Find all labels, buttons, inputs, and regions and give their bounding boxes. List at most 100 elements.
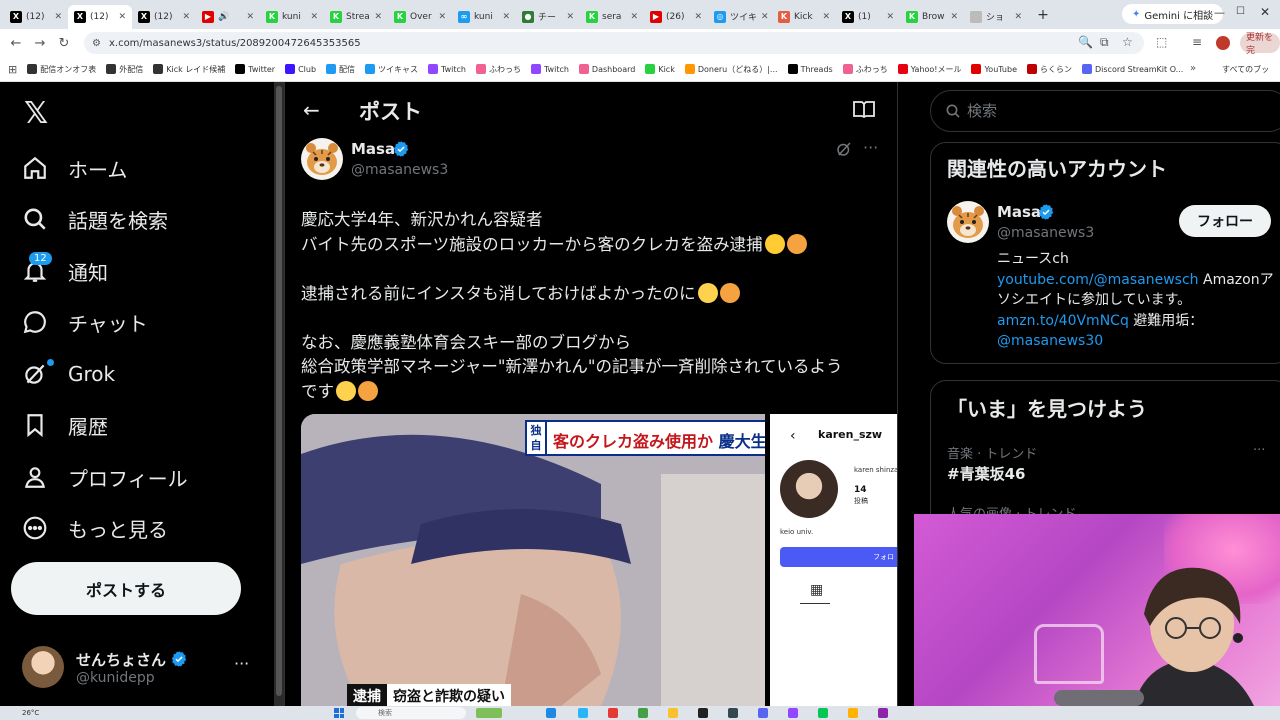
browser-tab[interactable]: ショ ✕ xyxy=(964,5,1028,29)
taskbar-app-icon[interactable] xyxy=(758,708,768,718)
bio-link-mention[interactable]: @masanews30 xyxy=(997,333,1103,349)
taskbar-app-icon[interactable] xyxy=(476,708,502,718)
more-dots-icon[interactable]: ··· xyxy=(1253,443,1265,458)
related-account-avatar[interactable] xyxy=(947,201,989,243)
bookmark-item[interactable]: Kick xyxy=(645,64,675,74)
windows-start-icon[interactable] xyxy=(334,708,344,718)
nav-item-home[interactable]: ホーム xyxy=(22,148,127,188)
taskbar-app-icon[interactable] xyxy=(788,708,798,718)
taskbar-app-icon[interactable] xyxy=(608,708,618,718)
gemini-button[interactable]: ✦ Gemini に相談 xyxy=(1122,4,1224,24)
bookmark-item[interactable]: 配信 xyxy=(326,64,355,75)
bookmark-item[interactable]: Discord StreamKit O... xyxy=(1082,64,1183,74)
browser-tab[interactable]: ∞ kuni ✕ xyxy=(452,5,516,29)
browser-tab[interactable]: X (12) ✕ xyxy=(4,5,68,29)
browser-tab[interactable]: ▶ 🔊 ✕ xyxy=(196,5,260,29)
bookmark-item[interactable]: Twitch xyxy=(428,64,466,74)
url-field[interactable]: ⚙ x.com/masanews3/status/208920047264535… xyxy=(84,32,1144,54)
bio-link-amazon[interactable]: amzn.to/40VmNCq xyxy=(997,313,1129,329)
reader-mode-icon[interactable] xyxy=(853,100,875,118)
bookmark-item[interactable]: YouTube xyxy=(971,64,1017,74)
bookmark-item[interactable]: Club xyxy=(285,64,316,74)
trend-name[interactable]: #青葉坂46 xyxy=(947,463,1025,484)
grok-icon[interactable] xyxy=(835,140,853,158)
x-logo-icon[interactable]: 𝕏 xyxy=(24,96,48,131)
related-account-handle[interactable]: @masanews3 xyxy=(997,225,1094,241)
apps-icon[interactable]: ⊞ xyxy=(8,63,17,76)
taskbar-app-icon[interactable] xyxy=(668,708,678,718)
nav-item-chat[interactable]: チャット xyxy=(22,302,148,342)
close-icon[interactable]: ✕ xyxy=(118,12,126,22)
author-handle[interactable]: @masanews3 xyxy=(351,162,448,178)
browser-tab[interactable]: X (12) ✕ xyxy=(132,5,196,29)
taskbar-app-icon[interactable] xyxy=(818,708,828,718)
site-info-icon[interactable]: ⚙ xyxy=(92,38,101,49)
taskbar-app-icon[interactable] xyxy=(698,708,708,718)
account-switcher[interactable]: せんちょさん @kunidepp ··· xyxy=(22,640,262,694)
browser-tab[interactable]: K Kick ✕ xyxy=(772,5,836,29)
browser-tab[interactable]: K Brow ✕ xyxy=(900,5,964,29)
close-icon[interactable]: ✕ xyxy=(886,12,894,22)
bookmark-item[interactable]: ツイキャス xyxy=(365,64,418,75)
taskbar-app-icon[interactable] xyxy=(728,708,738,718)
window-minimize-button[interactable]: — xyxy=(1214,6,1225,19)
taskbar-app-icon[interactable] xyxy=(578,708,588,718)
taskbar-app-icon[interactable] xyxy=(638,708,648,718)
back-button[interactable]: ← xyxy=(4,36,28,51)
taskbar-app-icon[interactable] xyxy=(848,708,858,718)
taskbar-search[interactable]: 検索 xyxy=(356,707,466,719)
bookmark-item[interactable]: 配信オンオフ表 xyxy=(27,64,96,75)
window-maximize-button[interactable]: ☐ xyxy=(1236,6,1245,17)
bookmark-item[interactable]: Threads xyxy=(787,64,833,74)
weather-widget[interactable]: 26°C xyxy=(0,709,39,717)
translate-icon[interactable]: ⧉ xyxy=(1100,35,1109,50)
search-input[interactable] xyxy=(967,102,1267,120)
browser-tab[interactable]: Ksera ✕ xyxy=(580,5,644,29)
back-arrow-icon[interactable]: ← xyxy=(303,98,320,122)
bookmark-item[interactable]: ふわっち xyxy=(475,64,521,75)
all-bookmarks-button[interactable]: すべてのブッ xyxy=(1222,64,1269,75)
media-video-thumbnail[interactable]: 独自 客のクレカ盗み使用か 慶大生 逮捕 窃盗と詐欺の疑い xyxy=(301,414,765,706)
nav-item-profile[interactable]: プロフィール xyxy=(22,457,188,497)
browser-tab[interactable]: ◎ ツイキ ✕ xyxy=(708,5,772,29)
browser-tab[interactable]: K Over ✕ xyxy=(388,5,452,29)
bookmark-item[interactable]: Kick レイド候補 xyxy=(153,64,225,75)
taskbar-app-icon[interactable] xyxy=(546,708,556,718)
chevron-right-icon[interactable]: » xyxy=(1190,63,1196,74)
close-icon[interactable]: ✕ xyxy=(246,12,254,22)
bookmark-item[interactable]: 外配信 xyxy=(106,64,143,75)
taskbar-app-icon[interactable] xyxy=(878,708,888,718)
close-icon[interactable]: ✕ xyxy=(1014,12,1022,22)
bookmark-item[interactable]: Yahoo!メール xyxy=(897,64,961,75)
browser-tab[interactable]: ● チー ✕ xyxy=(516,5,580,29)
media-instagram-screenshot[interactable]: ‹ karen_szw karen shinza 14 投稿 keio univ… xyxy=(770,414,897,706)
zoom-icon[interactable]: 🔍 xyxy=(1078,35,1093,49)
close-icon[interactable]: ✕ xyxy=(310,12,318,22)
close-icon[interactable]: ✕ xyxy=(374,12,382,22)
close-icon[interactable]: ✕ xyxy=(54,12,62,22)
related-account-name[interactable]: Masa xyxy=(997,203,1041,221)
scrollbar-thumb[interactable] xyxy=(276,86,282,696)
browser-tab[interactable]: X (1) ✕ xyxy=(836,5,900,29)
close-icon[interactable]: ✕ xyxy=(822,12,830,22)
author-name[interactable]: Masa xyxy=(351,140,395,158)
bookmark-item[interactable]: Dashboard xyxy=(578,64,635,74)
search-box[interactable] xyxy=(930,90,1280,132)
profile-avatar[interactable] xyxy=(1216,36,1230,50)
close-icon[interactable]: ✕ xyxy=(694,12,702,22)
post-button[interactable]: ポストする xyxy=(11,562,241,615)
bookmark-item[interactable]: らくらン xyxy=(1027,64,1072,75)
bookmark-item[interactable]: ふわっち xyxy=(842,64,888,75)
star-icon[interactable]: ☆ xyxy=(1122,35,1133,49)
follow-button[interactable]: フォロー xyxy=(1179,205,1271,237)
reading-list-icon[interactable]: ≡ xyxy=(1192,35,1202,49)
close-icon[interactable]: ✕ xyxy=(502,12,510,22)
close-icon[interactable]: ✕ xyxy=(566,12,574,22)
nav-item-explore[interactable]: 話題を検索 xyxy=(22,199,168,239)
nav-item-more[interactable]: もっと見る xyxy=(22,508,168,548)
extensions-icon[interactable]: ⬚ xyxy=(1156,35,1167,49)
browser-tab[interactable]: K Strea ✕ xyxy=(324,5,388,29)
forward-button[interactable]: → xyxy=(28,36,52,51)
reload-button[interactable]: ↻ xyxy=(52,36,76,51)
bio-link-youtube[interactable]: youtube.com/@masanewsch xyxy=(997,272,1199,288)
